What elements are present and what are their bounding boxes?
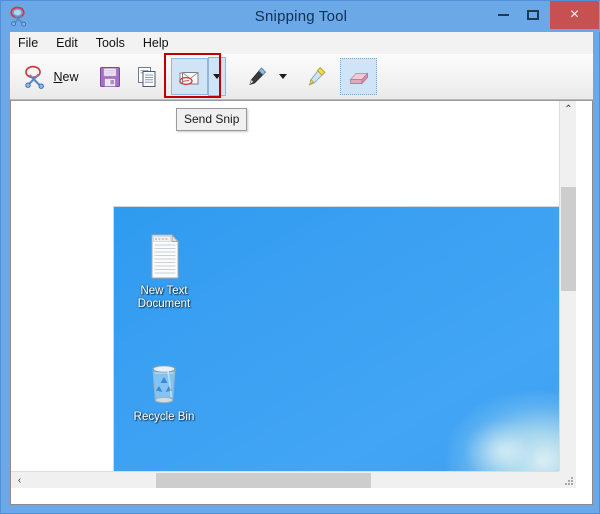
desktop-icon-label-line-1: New Text xyxy=(140,285,188,297)
scissors-icon xyxy=(23,65,49,89)
snipping-tool-window: Snipping Tool × File Edit Tools Help New… xyxy=(0,0,600,514)
floppy-disk-icon xyxy=(98,65,122,89)
desktop-icon-label-line-2: Document xyxy=(137,298,191,310)
snip-image: New Text Document Recycle Bin xyxy=(113,206,576,488)
scroll-left-icon[interactable]: ‹ xyxy=(11,472,28,488)
new-button-label: New xyxy=(53,70,78,84)
minimize-icon xyxy=(497,14,509,16)
menu-item-help[interactable]: Help xyxy=(134,32,178,54)
new-accel: N xyxy=(53,69,63,84)
highlighter-icon xyxy=(304,65,328,89)
resize-grip-dots xyxy=(564,476,573,485)
desktop-icon-label: New Text Document xyxy=(118,285,210,311)
maximize-button[interactable] xyxy=(518,1,548,29)
eraser-icon xyxy=(346,66,372,88)
menu-item-edit[interactable]: Edit xyxy=(47,32,87,54)
highlighter-button[interactable] xyxy=(297,58,334,95)
copy-button[interactable] xyxy=(128,58,165,95)
resize-grip-icon[interactable] xyxy=(559,471,576,488)
desktop-icon-new-text-document[interactable]: New Text Document xyxy=(118,229,210,311)
menubar: File Edit Tools Help xyxy=(10,32,593,55)
text-document-icon xyxy=(118,229,210,281)
eraser-button[interactable] xyxy=(340,58,377,95)
vertical-scrollbar-thumb[interactable] xyxy=(561,187,576,291)
menu-item-tools[interactable]: Tools xyxy=(87,32,134,54)
chevron-down-icon xyxy=(279,74,287,79)
close-icon: × xyxy=(569,6,580,23)
pen-dropdown[interactable] xyxy=(275,58,291,95)
vertical-scrollbar[interactable]: ⌃ ⌄ xyxy=(559,101,576,488)
send-snip-button[interactable] xyxy=(171,58,208,95)
minimize-button[interactable] xyxy=(488,1,518,29)
snip-canvas-inner: New Text Document Recycle Bin ⌃ ‹ xyxy=(11,101,576,488)
scroll-up-icon[interactable]: ⌃ xyxy=(560,101,576,118)
recycle-bin-icon xyxy=(118,355,210,407)
desktop-icon-label: Recycle Bin xyxy=(118,411,210,424)
titlebar[interactable]: Snipping Tool × xyxy=(1,1,600,32)
close-button[interactable]: × xyxy=(550,1,599,29)
chevron-down-icon xyxy=(213,74,221,79)
menu-item-file[interactable]: File xyxy=(10,32,47,54)
send-snip-tooltip: Send Snip xyxy=(176,108,248,131)
horizontal-scrollbar[interactable]: ‹ › xyxy=(11,471,576,488)
toolbar: New xyxy=(10,54,593,100)
pen-button[interactable] xyxy=(238,58,275,95)
desktop-icon-label-line-1: Recycle Bin xyxy=(133,411,195,423)
pen-icon xyxy=(245,65,269,89)
snip-canvas: New Text Document Recycle Bin ⌃ ‹ xyxy=(10,100,593,505)
copy-icon xyxy=(135,65,159,89)
send-snip-dropdown[interactable] xyxy=(208,57,226,96)
envelope-icon xyxy=(177,66,202,88)
new-rest: ew xyxy=(62,69,79,84)
maximize-icon xyxy=(527,10,539,20)
new-button[interactable]: New xyxy=(17,58,85,95)
save-button[interactable] xyxy=(91,58,128,95)
horizontal-scrollbar-thumb[interactable] xyxy=(156,473,371,488)
desktop-icon-recycle-bin[interactable]: Recycle Bin xyxy=(118,355,210,424)
